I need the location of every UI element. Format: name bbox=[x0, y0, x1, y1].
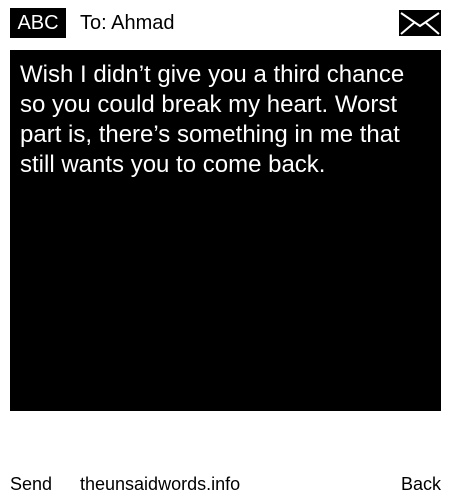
message-body[interactable]: Wish I didn’t give you a third chance so… bbox=[10, 50, 441, 411]
back-button[interactable]: Back bbox=[401, 470, 441, 498]
recipient-label: To: Ahmad bbox=[80, 12, 175, 34]
send-button[interactable]: Send bbox=[10, 470, 52, 498]
message-text: Wish I didn’t give you a third chance so… bbox=[20, 61, 405, 178]
header-bar: ABC To: Ahmad bbox=[0, 0, 450, 46]
envelope-icon bbox=[399, 10, 441, 36]
input-mode-badge: ABC bbox=[10, 8, 66, 38]
softkey-bar: Send theunsaidwords.info Back bbox=[0, 470, 450, 498]
site-label: theunsaidwords.info bbox=[80, 474, 241, 494]
